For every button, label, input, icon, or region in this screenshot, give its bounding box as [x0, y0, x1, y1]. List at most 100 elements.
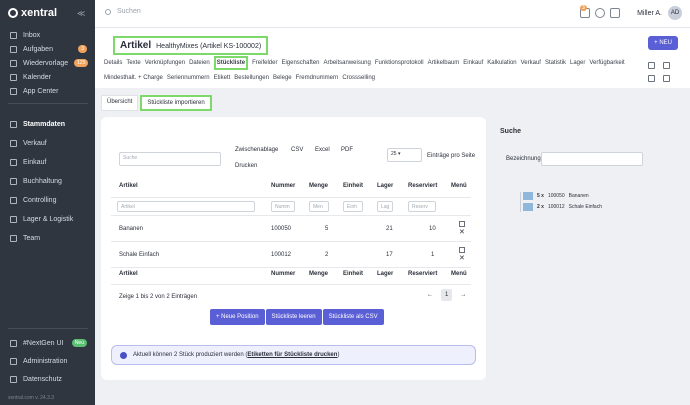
sidebar-item[interactable]: Team: [0, 229, 95, 248]
sidebar-item[interactable]: Controlling: [0, 191, 95, 210]
tab-item[interactable]: Details: [104, 60, 122, 70]
filter-input[interactable]: Lag: [377, 201, 393, 212]
export-pdf-button[interactable]: PDF: [341, 147, 353, 153]
new-position-button[interactable]: + Neue Position: [210, 309, 265, 325]
export-excel-button[interactable]: Excel: [315, 147, 330, 153]
subtab-overview[interactable]: Übersicht: [101, 95, 139, 111]
admin-icon: [10, 357, 17, 365]
page-size-select[interactable]: 25 ▾: [387, 148, 422, 162]
tab-item[interactable]: Dateien: [189, 60, 210, 70]
user-name[interactable]: Miller A.: [637, 10, 662, 17]
sidebar-nav-modules: Stammdaten Verkauf Einkauf Buchhaltung Contr…: [0, 115, 95, 248]
tab-item[interactable]: Crossselling: [342, 75, 375, 81]
sidebar-item[interactable]: #NextGen UI Neu: [0, 334, 95, 352]
tree-node[interactable]: 2 x 100012 Schale Einfach: [523, 203, 602, 211]
sidebar-item[interactable]: Aufgaben 3: [0, 42, 95, 56]
tab-item[interactable]: Verkauf: [521, 60, 541, 70]
sidebar-item[interactable]: Kalender: [0, 70, 95, 84]
cell-menge: 5: [325, 226, 329, 232]
tree-connector: [520, 192, 521, 212]
sidebar-item[interactable]: Buchhaltung: [0, 172, 95, 191]
delete-icon[interactable]: ✕: [459, 229, 465, 236]
edit-icon[interactable]: [648, 62, 655, 69]
export-bom-csv-button[interactable]: Stückliste als CSV: [322, 309, 384, 325]
designation-input[interactable]: [541, 152, 643, 166]
edit-icon[interactable]: [459, 221, 465, 227]
tab-item[interactable]: Statistik: [545, 60, 566, 70]
tab-item[interactable]: Fremdnummern: [296, 75, 339, 81]
view-icon[interactable]: [663, 62, 670, 69]
column-header[interactable]: Lager: [377, 183, 393, 189]
sidebar-item[interactable]: Verkauf: [0, 134, 95, 153]
tab-item[interactable]: Funktionsprotokoll: [375, 60, 424, 70]
tab-item[interactable]: Verfügbarkeit: [589, 60, 624, 70]
tab-item[interactable]: Mindesthalt. + Charge: [104, 75, 163, 81]
tab-item[interactable]: Lager: [570, 60, 585, 70]
controlling-icon: [10, 197, 17, 204]
tree-number: 100012: [547, 204, 565, 210]
tab-item[interactable]: Stückliste: [213, 56, 249, 70]
tree-node[interactable]: 5 x 100050 Bananen: [523, 192, 589, 200]
global-search[interactable]: Suchen: [105, 8, 141, 15]
sidebar-item[interactable]: Wiedervorlage 125: [0, 56, 95, 70]
filter-input[interactable]: Artikel: [117, 201, 255, 212]
column-header[interactable]: Einheit: [343, 183, 363, 189]
collapse-sidebar-icon[interactable]: ≪: [77, 9, 85, 18]
messages-icon[interactable]: [610, 8, 620, 18]
filter-input[interactable]: Einh: [343, 201, 363, 212]
tab-item[interactable]: Artikelbaum: [428, 60, 460, 70]
tab-item[interactable]: Verknüpfungen: [145, 60, 185, 70]
sidebar-item[interactable]: Inbox: [0, 28, 95, 42]
export-csv-button[interactable]: CSV: [291, 147, 303, 153]
column-header[interactable]: Reserviert: [408, 183, 437, 189]
sidebar-item[interactable]: App Center: [0, 84, 95, 98]
tab-item[interactable]: Kalkulation: [487, 60, 516, 70]
notification-badge: 3: [580, 5, 587, 11]
phone-icon[interactable]: [595, 8, 605, 18]
sidebar-item-label: Wiedervorlage: [23, 59, 69, 67]
tab-item[interactable]: Eigenschaften: [281, 60, 319, 70]
new-button[interactable]: + NEU: [648, 36, 678, 50]
tree-name: Schale Einfach: [568, 204, 602, 210]
export-clipboard-button[interactable]: Zwischenablage: [235, 147, 278, 153]
sidebar-item[interactable]: Administration: [0, 352, 95, 370]
settings-icon[interactable]: [663, 75, 670, 82]
tab-item[interactable]: Bestellungen: [234, 75, 269, 81]
delete-icon[interactable]: ✕: [459, 255, 465, 262]
next-page-icon[interactable]: →: [456, 289, 470, 301]
page-number[interactable]: 1: [441, 289, 453, 301]
tab-item[interactable]: Texte: [126, 60, 140, 70]
search-panel-title: Suche: [500, 128, 522, 135]
filter-input[interactable]: Men: [309, 201, 329, 212]
sidebar-item[interactable]: Einkauf: [0, 153, 95, 172]
prev-page-icon[interactable]: ←: [423, 289, 437, 301]
filter-input[interactable]: Numm: [271, 201, 295, 212]
avatar[interactable]: AD: [668, 6, 682, 20]
tab-item[interactable]: Freifelder: [252, 60, 277, 70]
edit-icon[interactable]: [459, 247, 465, 253]
tab-item[interactable]: Belege: [273, 75, 292, 81]
sidebar-item[interactable]: Datenschutz: [0, 370, 95, 388]
tab-item[interactable]: Seriennummern: [167, 75, 210, 81]
favorite-star-icon[interactable]: [648, 75, 655, 82]
tab-item[interactable]: Einkauf: [463, 60, 483, 70]
print-labels-link[interactable]: Etiketten für Stückliste drucken: [247, 352, 337, 358]
column-header[interactable]: Artikel: [119, 183, 138, 189]
sidebar-item[interactable]: Lager & Logistik: [0, 210, 95, 229]
page-title-text: Artikel: [120, 40, 152, 51]
tab-item[interactable]: Arbeitsanweisung: [323, 60, 370, 70]
xentral-logo[interactable]: xentral: [8, 6, 57, 20]
table-search-input[interactable]: Suche: [119, 152, 221, 166]
print-button[interactable]: Drucken: [235, 163, 257, 169]
table-header-row: Artikel Nummer Menge Einheit Lager Reser…: [111, 183, 471, 198]
sidebar: xentral ≪ Inbox Aufgaben 3 Wiedervorlage 125…: [0, 0, 95, 405]
column-header[interactable]: Nummer: [271, 183, 295, 189]
column-footer: Nummer: [271, 271, 296, 277]
clear-bom-button[interactable]: Stückliste leeren: [265, 309, 322, 325]
subtab-import[interactable]: Stückliste importieren: [140, 95, 212, 111]
tab-item[interactable]: Etikett: [214, 75, 231, 81]
sidebar-item[interactable]: Stammdaten: [0, 115, 95, 134]
column-header[interactable]: Menge: [309, 183, 328, 189]
filter-input[interactable]: Reserv: [408, 201, 436, 212]
sidebar-item-label: Inbox: [23, 31, 41, 39]
